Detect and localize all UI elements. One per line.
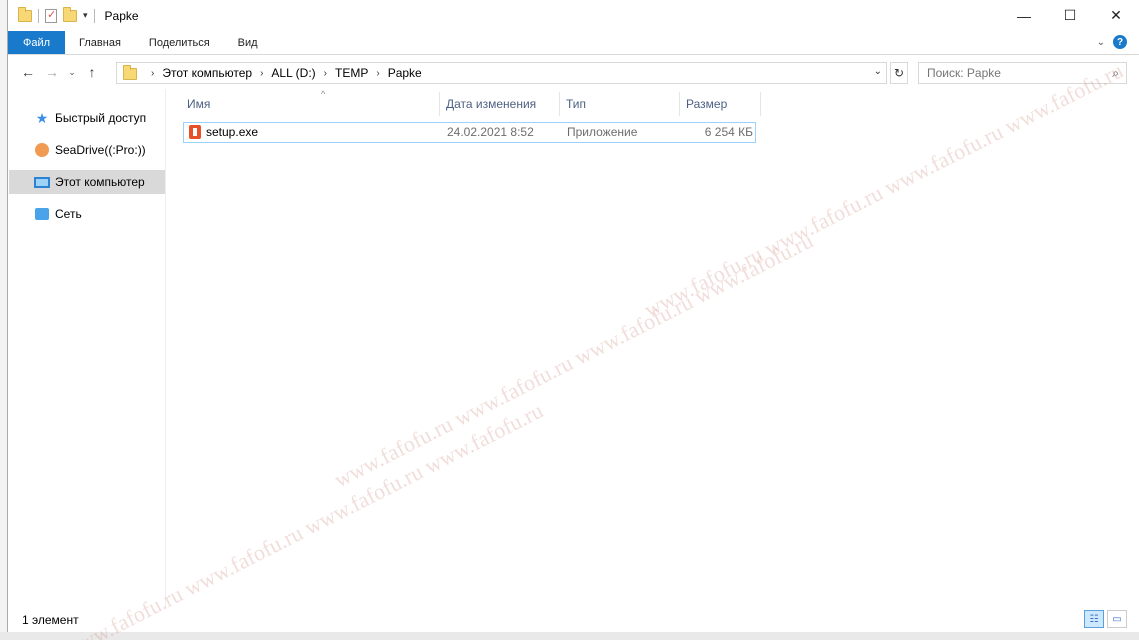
ribbon-controls: ⌄ ?: [1097, 35, 1127, 49]
sidebar-item-this-pc[interactable]: Этот компьютер: [9, 170, 165, 194]
file-list: Имя ^ Дата изменения Тип Размер setup.ex…: [167, 89, 1139, 607]
maximize-button[interactable]: ☐: [1047, 0, 1093, 31]
file-date: 24.02.2021 8:52: [447, 125, 534, 139]
title-bar: ▾ Papke — ☐ ✕: [8, 0, 1139, 31]
star-icon: ★: [35, 109, 49, 126]
help-icon[interactable]: ?: [1113, 35, 1127, 49]
chevron-right-icon[interactable]: ›: [151, 68, 154, 79]
up-icon[interactable]: ↑: [80, 64, 104, 80]
column-header-label: Размер: [686, 97, 728, 111]
chevron-down-icon[interactable]: ⌄: [874, 66, 882, 77]
properties-icon[interactable]: [45, 8, 57, 23]
tab-file[interactable]: Файл: [8, 31, 66, 54]
large-icons-view-icon[interactable]: ▭: [1107, 610, 1127, 628]
folder-icon: [18, 6, 32, 22]
search-icon[interactable]: ⌕: [1112, 66, 1119, 81]
column-header-size[interactable]: Размер: [680, 92, 761, 116]
caret-down-icon[interactable]: ▾: [83, 10, 88, 21]
tab-home[interactable]: Главная: [65, 31, 135, 54]
sidebar-item-network[interactable]: Сеть: [9, 202, 165, 226]
qat-separator: [93, 8, 95, 23]
sort-up-icon: ^: [321, 89, 326, 99]
forward-icon[interactable]: →: [40, 64, 64, 80]
refresh-icon[interactable]: ↻: [890, 62, 908, 84]
qat-separator: [38, 8, 39, 23]
quick-access-toolbar: ▾: [8, 6, 95, 23]
window-title: Papke: [104, 8, 139, 23]
file-row[interactable]: setup.exe 24.02.2021 8:52 Приложение 6 2…: [183, 122, 756, 143]
new-folder-icon[interactable]: [63, 6, 77, 22]
sidebar-item-label: Этот компьютер: [55, 175, 145, 189]
chevron-right-icon[interactable]: ›: [260, 68, 263, 79]
taskbar-edge: [0, 632, 1139, 640]
breadcrumb-temp[interactable]: TEMP: [335, 66, 368, 80]
navigation-bar: ← → ⌄ ↑ › Этот компьютер › ALL (D:) › TE…: [8, 55, 1139, 89]
column-header-type[interactable]: Тип: [560, 92, 680, 116]
sidebar-item-label: Быстрый доступ: [55, 111, 147, 125]
office-setup-icon: [189, 125, 201, 139]
search-input[interactable]: [919, 66, 1099, 80]
minimize-button[interactable]: —: [1001, 0, 1047, 31]
ribbon-tabs: Файл Главная Поделиться Вид ⌄ ?: [8, 31, 1139, 55]
seadrive-icon: [34, 142, 50, 158]
sidebar-item-quick-access[interactable]: ★ Быстрый доступ: [9, 106, 165, 130]
file-name[interactable]: setup.exe: [206, 125, 258, 139]
sidebar-item-label: SeaDrive((:Pro:)): [55, 143, 146, 157]
breadcrumb-papke[interactable]: Papke: [388, 66, 422, 80]
item-count: 1 элемент: [22, 612, 79, 627]
column-header-label: Тип: [566, 97, 587, 111]
column-header-date[interactable]: Дата изменения: [440, 92, 560, 116]
breadcrumb-this-pc[interactable]: Этот компьютер: [162, 66, 252, 80]
explorer-window: ▾ Papke — ☐ ✕ Файл Главная Поделиться Ви…: [7, 0, 1139, 632]
tab-share[interactable]: Поделиться: [135, 31, 224, 54]
ribbon-expand-icon[interactable]: ⌄: [1097, 37, 1105, 48]
status-bar: 1 элемент ☷ ▭: [8, 607, 1139, 632]
sidebar-item-seadrive[interactable]: SeaDrive((:Pro:)): [9, 138, 165, 162]
column-header-label: Дата изменения: [446, 97, 537, 111]
sidebar-item-label: Сеть: [55, 207, 82, 221]
details-view-icon[interactable]: ☷: [1084, 610, 1104, 628]
folder-icon: [123, 65, 137, 80]
search-box: ⌕: [918, 62, 1127, 84]
network-icon: [34, 206, 50, 222]
chevron-right-icon[interactable]: ›: [376, 68, 379, 79]
close-button[interactable]: ✕: [1093, 0, 1139, 31]
column-header-label: Имя: [187, 97, 211, 111]
tab-view[interactable]: Вид: [224, 31, 272, 54]
back-icon[interactable]: ←: [16, 64, 40, 80]
window-controls: — ☐ ✕: [1001, 0, 1139, 31]
recent-locations-icon[interactable]: ⌄: [64, 67, 80, 78]
address-bar[interactable]: › Этот компьютер › ALL (D:) › TEMP › Pap…: [116, 62, 887, 84]
column-header-name[interactable]: Имя ^: [181, 89, 440, 116]
file-size: 6 254 КБ: [704, 125, 753, 139]
file-type: Приложение: [567, 125, 638, 139]
view-switcher: ☷ ▭: [1084, 610, 1127, 628]
background-window-edge: [0, 0, 7, 640]
computer-icon: [34, 174, 50, 190]
navigation-pane: ★ Быстрый доступ SeaDrive((:Pro:)) Этот …: [8, 89, 166, 607]
chevron-right-icon[interactable]: ›: [324, 68, 327, 79]
breadcrumb-drive[interactable]: ALL (D:): [271, 66, 315, 80]
